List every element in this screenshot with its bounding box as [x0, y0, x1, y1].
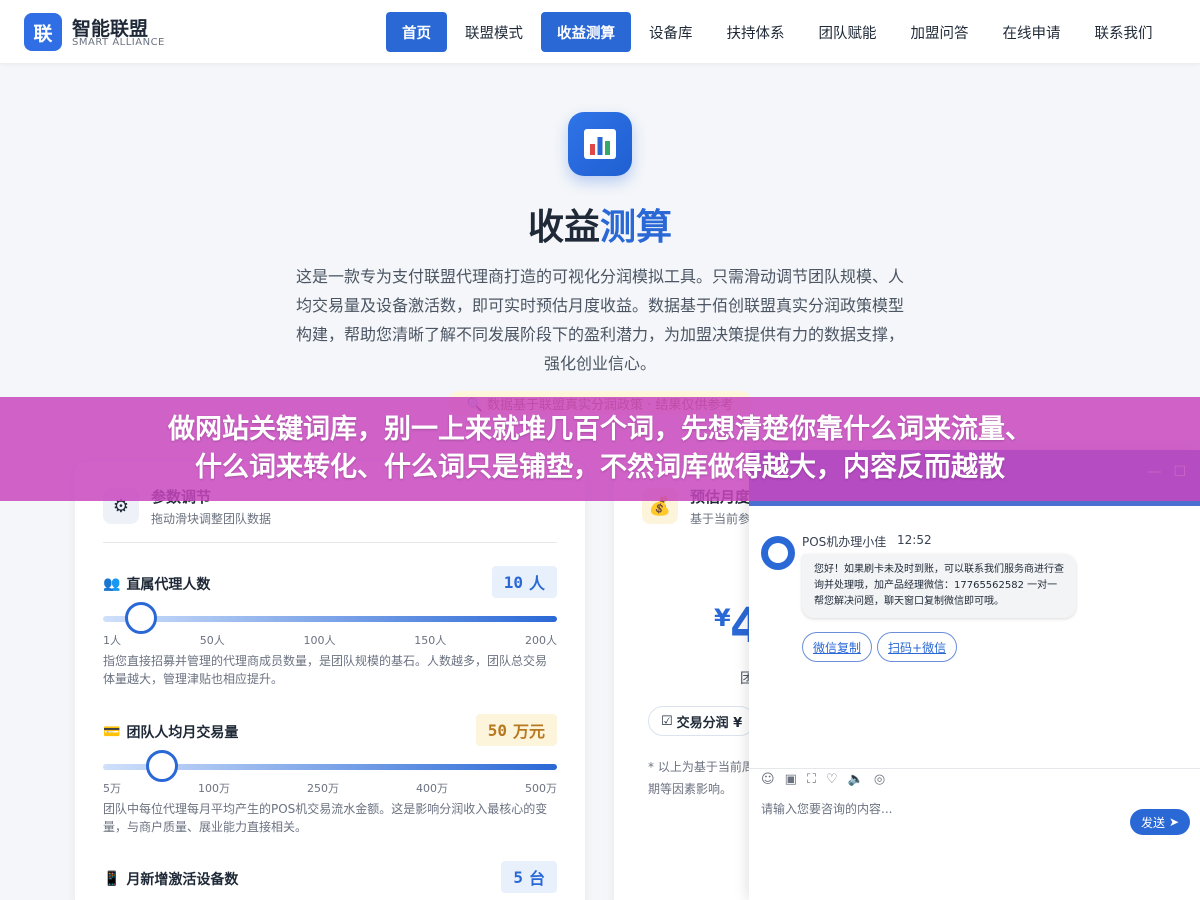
emoji-icon[interactable]: ☺	[761, 772, 775, 787]
param-value: 10 人	[491, 566, 557, 598]
param-value: 5台	[501, 861, 557, 893]
nav-apply[interactable]: 在线申请	[987, 12, 1077, 52]
slider-track[interactable]	[103, 616, 557, 622]
card-icon: 💳	[103, 724, 121, 740]
checklist-icon: ☑	[661, 713, 673, 729]
param-label: 团队人均月交易量	[126, 725, 239, 741]
send-icon: ➤	[1168, 815, 1180, 829]
agent-avatar	[761, 536, 795, 570]
chat-input[interactable]: 请输入您要咨询的内容... 发送 ➤	[749, 790, 1200, 900]
screenshot-icon[interactable]: ⛶	[807, 772, 816, 787]
site-header: 联 智能联盟 SMART ALLIANCE 首页 联盟模式 收益测算 设备库 扶…	[0, 0, 1200, 63]
param-description: 指您直接招募并管理的代理商成员数量，是团队规模的基石。人数越多，团队总交易体量越…	[103, 654, 548, 686]
nav-alliance-mode[interactable]: 联盟模式	[449, 12, 539, 52]
wechat-icon[interactable]: ◎	[874, 772, 885, 787]
image-icon[interactable]: ▣	[785, 772, 797, 787]
slider-ticks: 5万 100万 250万 400万 500万	[103, 782, 557, 795]
divider	[103, 542, 557, 543]
page-title: 收益测算	[527, 207, 673, 248]
chat-toolbar: ☺ ▣ ⛶ ♡ 🔈 ◎	[749, 768, 1200, 790]
slider-thumb[interactable]	[125, 602, 158, 634]
nav-home[interactable]: 首页	[386, 12, 447, 52]
param-label: 直属代理人数	[126, 577, 211, 593]
logo-subtitle: SMART ALLIANCE	[72, 37, 165, 48]
estimate-subtitle: 基于当前参	[690, 512, 751, 526]
params-subtitle: 拖动滑块调整团队数据	[151, 512, 272, 526]
params-card: ⚙ 参数调节 拖动滑块调整团队数据 👥 直属代理人数 10人 1人 50人 10…	[75, 462, 585, 900]
evaluate-icon[interactable]: ♡	[826, 772, 838, 787]
logo-icon[interactable]: 联	[24, 13, 62, 51]
nav-support[interactable]: 扶持体系	[711, 12, 801, 52]
people-icon: 👥	[103, 576, 121, 592]
nav-faq[interactable]: 加盟问答	[895, 12, 985, 52]
nav-earnings[interactable]: 收益测算	[541, 12, 631, 52]
page-description: 这是一款专为支付联盟代理商打造的可视化分润模拟工具。只需滑动调节团队规模、人均交…	[295, 267, 904, 373]
bar-chart-icon	[568, 112, 632, 176]
scan-wechat-button[interactable]: 扫码+微信	[877, 632, 958, 662]
chat-widget: — ☐ POS机办理小佳 12:52 您好！如果刷卡未及时到账，可以联系我们服务…	[749, 450, 1200, 900]
nav-devices[interactable]: 设备库	[633, 12, 709, 52]
quick-replies: 微信复制 扫码+微信	[802, 632, 958, 662]
profit-chip: ☑ 交易分润 ¥	[648, 706, 756, 736]
send-button[interactable]: 发送 ➤	[1130, 809, 1190, 835]
phone-icon: 📱	[103, 871, 121, 887]
chat-messages: POS机办理小佳 12:52 您好！如果刷卡未及时到账，可以联系我们服务商进行查…	[749, 506, 1200, 768]
estimate-footnote: * 以上为基于当前周期等因素影响。	[648, 760, 754, 796]
voice-icon[interactable]: 🔈	[848, 772, 864, 787]
main-nav: 首页 联盟模式 收益测算 设备库 扶持体系 团队赋能 加盟问答 在线申请 联系我…	[386, 12, 1169, 52]
slider-ticks: 1人 50人 100人 150人 200人	[103, 634, 557, 647]
banner-line-2: 什么词来转化、什么词只是铺垫，不然词库做得越大，内容反而越散	[195, 452, 1005, 483]
slider-thumb[interactable]	[145, 750, 178, 782]
param-value: 50 万元	[475, 714, 557, 746]
param-label: 月新增激活设备数	[126, 872, 239, 888]
nav-team[interactable]: 团队赋能	[803, 12, 893, 52]
currency-symbol: ¥	[714, 604, 731, 632]
overlay-banner: 做网站关键词库，别一上来就堆几百个词，先想清楚你靠什么词来流量、 什么词来转化、…	[0, 397, 1200, 501]
chat-placeholder: 请输入您要咨询的内容...	[761, 802, 893, 816]
banner-line-1: 做网站关键词库，别一上来就堆几百个词，先想清楚你靠什么词来流量、	[168, 414, 1032, 445]
copy-wechat-button[interactable]: 微信复制	[802, 632, 873, 662]
agent-message: 您好！如果刷卡未及时到账，可以联系我们服务商进行查询并处理哦，加产品经理微信：1…	[802, 554, 1076, 618]
agent-name: POS机办理小佳	[802, 535, 887, 549]
param-description: 团队中每位代理每月平均产生的POS机交易流水金额。这是影响分润收入最核心的变量，…	[103, 802, 548, 834]
message-time: 12:52	[897, 533, 932, 547]
nav-contact[interactable]: 联系我们	[1079, 12, 1169, 52]
